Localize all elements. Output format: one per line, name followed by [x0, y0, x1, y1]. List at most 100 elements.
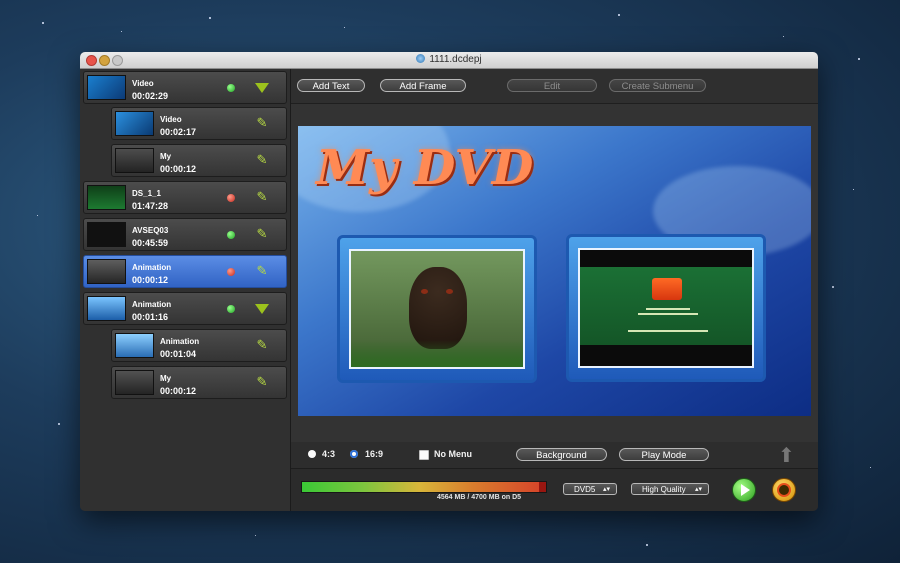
landscape-thumbnail-icon	[87, 296, 126, 321]
menu-editor-stage: My DVD	[291, 104, 818, 442]
disc-capacity-meter	[301, 481, 547, 493]
window-title-wrap: 1111.dcdepj	[80, 54, 818, 65]
sidebar-item-ds-1-1[interactable]: DS_1_1 01:47:28 ✎	[83, 181, 287, 214]
item-name: Animation	[132, 263, 172, 272]
bottom-status-bar: 4564 MB / 4700 MB on D5 DVD5 ▴▾ High Qua…	[291, 468, 818, 511]
item-time: 00:01:04	[160, 349, 197, 359]
quality-select[interactable]: High Quality ▴▾	[631, 483, 709, 495]
title-bar: 1111.dcdepj	[80, 52, 818, 69]
capacity-text: 4564 MB / 4700 MB on D5	[437, 494, 522, 501]
dvd-title-text[interactable]: My DVD	[316, 140, 533, 196]
item-time: 00:00:12	[160, 164, 197, 174]
burn-disc-button[interactable]	[772, 478, 796, 502]
sidebar-item-animation-parent[interactable]: Animation 00:01:16	[83, 292, 287, 325]
up-arrow-icon[interactable]: ⬆	[778, 443, 795, 468]
sidebar-item-my-child-2[interactable]: My 00:00:12 ✎	[111, 366, 287, 399]
status-dot	[227, 305, 235, 313]
sidebar-item-video-child[interactable]: Video 00:02:17 ✎	[111, 107, 287, 140]
select-arrows-icon: ▴▾	[602, 486, 610, 493]
menu-options-bar: 4:3 16:9 No Menu Background Play Mode ⬆	[291, 442, 818, 468]
item-name: DS_1_1	[132, 189, 161, 198]
video-thumbnail-icon	[87, 185, 126, 210]
disc-type-select[interactable]: DVD5 ▴▾	[563, 483, 617, 495]
background-button[interactable]: Background	[516, 448, 607, 461]
item-time: 01:47:28	[132, 201, 169, 211]
sidebar-item-video-parent[interactable]: Video 00:02:29	[83, 71, 287, 104]
expand-triangle-icon[interactable]	[255, 83, 269, 93]
red-logo-icon	[652, 278, 682, 300]
landscape-thumbnail-icon	[115, 333, 154, 358]
add-text-button[interactable]: Add Text	[297, 79, 365, 92]
edit-pencil-icon[interactable]: ✎	[255, 264, 269, 278]
sidebar-item-animation-selected[interactable]: Animation 00:00:12 ✎	[83, 255, 287, 288]
sidebar-title-list: Video 00:02:29 Video 00:02:17 ✎ My 00:00…	[80, 69, 291, 511]
preview-play-button[interactable]	[732, 478, 756, 502]
dog-thumbnail-icon	[87, 259, 126, 284]
video-thumbnail-icon	[87, 75, 126, 100]
status-dot	[227, 194, 235, 202]
sidebar-item-avseq03[interactable]: AVSEQ03 00:45:59 ✎	[83, 218, 287, 251]
edit-pencil-icon[interactable]: ✎	[255, 375, 269, 389]
edit-pencil-icon[interactable]: ✎	[255, 190, 269, 204]
main-window: 1111.dcdepj Video 00:02:29 Video 00:02:1…	[80, 52, 818, 511]
capacity-overflow-marker	[539, 482, 546, 492]
sidebar-item-my-child[interactable]: My 00:00:12 ✎	[111, 144, 287, 177]
dvd-menu-preview[interactable]: My DVD	[298, 126, 811, 416]
play-icon	[741, 484, 750, 496]
item-name: My	[160, 374, 172, 383]
grass	[351, 340, 523, 367]
aspect-4-3-label: 4:3	[322, 449, 336, 459]
sidebar-item-animation-child[interactable]: Animation 00:01:04 ✎	[111, 329, 287, 362]
aspect-16-9-label: 16:9	[365, 449, 384, 459]
disc-type-value: DVD5	[574, 485, 596, 494]
quality-value: High Quality	[642, 485, 686, 494]
window-title: 1111.dcdepj	[429, 54, 482, 65]
item-time: 00:01:16	[132, 312, 169, 322]
item-time: 00:02:17	[160, 127, 197, 137]
video-frame-right[interactable]	[566, 234, 766, 382]
item-name: Video	[132, 79, 154, 88]
edit-pencil-icon[interactable]: ✎	[255, 153, 269, 167]
video-thumbnail-icon	[115, 111, 154, 136]
dog-eye	[446, 289, 453, 294]
item-name: My	[160, 152, 172, 161]
add-frame-button[interactable]: Add Frame	[380, 79, 466, 92]
item-time: 00:02:29	[132, 91, 169, 101]
no-menu-checkbox[interactable]	[419, 450, 429, 460]
select-arrows-icon: ▴▾	[694, 486, 702, 493]
dog-thumbnail-icon	[115, 148, 154, 173]
edit-pencil-icon[interactable]: ✎	[255, 116, 269, 130]
no-menu-label: No Menu	[434, 449, 472, 459]
item-time: 00:00:12	[132, 275, 169, 285]
toolbar: Add Text Add Frame Edit Create Submenu	[291, 69, 818, 104]
item-name: Video	[160, 115, 182, 124]
text-line	[646, 308, 690, 310]
text-line	[628, 330, 708, 332]
dog-eye	[421, 289, 428, 294]
item-name: Animation	[160, 337, 200, 346]
item-name: AVSEQ03	[132, 226, 169, 235]
burn-icon	[779, 485, 789, 495]
edit-pencil-icon[interactable]: ✎	[255, 338, 269, 352]
aspect-4-3-radio[interactable]	[308, 450, 316, 458]
edit-button[interactable]: Edit	[507, 79, 597, 92]
expand-triangle-icon[interactable]	[255, 304, 269, 314]
dog-video-preview	[349, 249, 525, 369]
dog-thumbnail-icon	[115, 370, 154, 395]
aspect-16-9-radio[interactable]	[350, 450, 358, 458]
document-icon	[416, 54, 426, 63]
status-dot	[227, 231, 235, 239]
video-thumbnail-icon	[87, 222, 126, 247]
create-submenu-button[interactable]: Create Submenu	[609, 79, 706, 92]
status-dot	[227, 84, 235, 92]
green-video-preview	[578, 248, 754, 368]
video-frame-left[interactable]	[337, 235, 537, 383]
item-name: Animation	[132, 300, 172, 309]
play-mode-button[interactable]: Play Mode	[619, 448, 709, 461]
item-time: 00:45:59	[132, 238, 169, 248]
dog-silhouette	[409, 267, 467, 349]
text-line	[638, 313, 698, 315]
status-dot	[227, 268, 235, 276]
edit-pencil-icon[interactable]: ✎	[255, 227, 269, 241]
item-time: 00:00:12	[160, 386, 197, 396]
